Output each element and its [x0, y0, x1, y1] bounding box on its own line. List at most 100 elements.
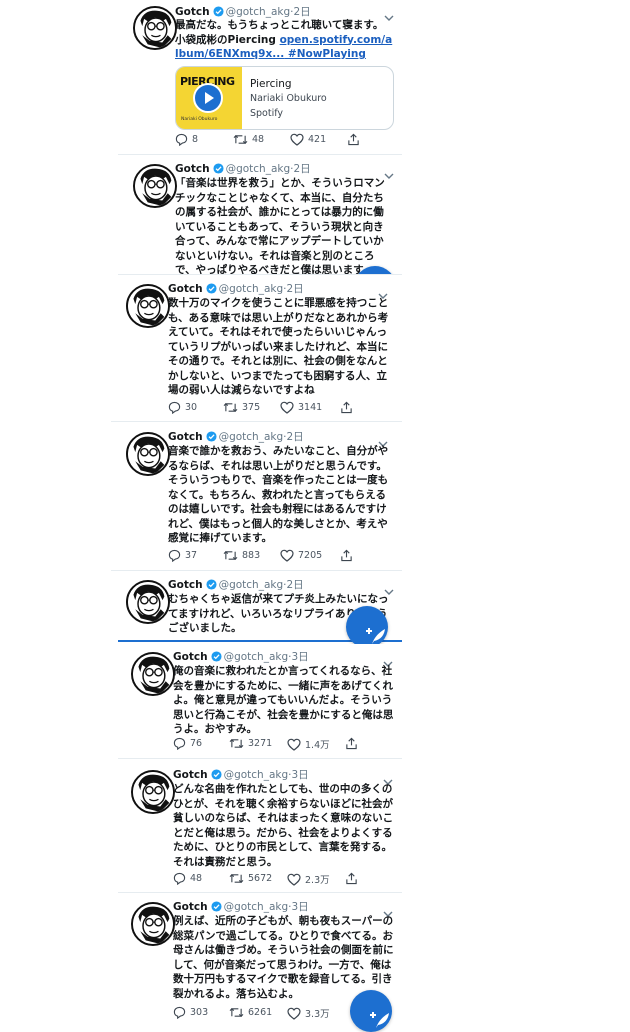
compose-tweet-button[interactable] [350, 990, 392, 1032]
heart-icon [287, 873, 305, 886]
play-icon [205, 92, 214, 104]
avatar[interactable] [126, 284, 170, 328]
retweet-button[interactable]: 3271 [229, 737, 272, 750]
tweet-actions: 8 48 421 [175, 133, 395, 149]
reply-icon [173, 1006, 190, 1019]
timestamp[interactable]: 3日 [291, 901, 308, 913]
display-name[interactable]: Gotch [168, 431, 203, 443]
tweet-text: 音楽で誰かを救おう、みたいなこと、自分がやるならば、それは思い上がりだと思うんで… [168, 445, 389, 544]
chevron-down-icon[interactable] [383, 582, 395, 595]
chevron-down-icon[interactable] [377, 286, 389, 299]
reply-button[interactable]: 48 [173, 872, 202, 885]
reply-count: 303 [190, 1007, 209, 1018]
share-button[interactable] [340, 401, 357, 414]
like-button[interactable]: 421 [290, 133, 326, 146]
reply-button[interactable]: 303 [173, 1006, 208, 1019]
handle[interactable]: @gotch_akg [226, 6, 291, 18]
tweet-text: 最高だな。もうちょっとこれ聴いて寝ます。 小袋成彬のPiercing open.… [175, 18, 393, 62]
share-button[interactable] [345, 872, 362, 885]
like-button[interactable]: 7205 [280, 549, 322, 562]
timestamp[interactable]: 3日 [291, 651, 308, 663]
display-name[interactable]: Gotch [168, 579, 203, 591]
retweet-button[interactable]: 883 [223, 549, 260, 562]
tweet-actions: 30 375 3141 [168, 401, 388, 417]
timestamp[interactable]: 2日 [286, 283, 303, 295]
display-name[interactable]: Gotch [175, 163, 210, 175]
like-count: 1.4万 [305, 740, 330, 751]
retweet-count: 48 [252, 134, 265, 145]
tweet-actions: 48 5672 2.3万 [173, 872, 393, 888]
chevron-down-icon[interactable] [382, 904, 394, 917]
reply-count: 8 [192, 134, 199, 145]
tweet[interactable]: Gotch @gotch_akg·2日 最高だな。もうちょっとこれ聴いて寝ます。 … [118, 0, 402, 155]
compose-tweet-button[interactable] [346, 606, 388, 648]
display-name[interactable]: Gotch [173, 651, 208, 663]
share-button[interactable] [345, 737, 362, 750]
heart-icon [287, 738, 305, 751]
avatar[interactable] [131, 770, 175, 814]
share-button[interactable] [340, 549, 357, 562]
avatar[interactable] [126, 432, 170, 476]
like-button[interactable]: 1.4万 [287, 737, 330, 751]
share-icon [347, 133, 364, 146]
handle[interactable]: @gotch_akg [224, 651, 289, 663]
handle[interactable]: @gotch_akg [219, 283, 284, 295]
timestamp[interactable]: 2日 [293, 163, 310, 175]
chevron-down-icon[interactable] [382, 772, 394, 785]
handle[interactable]: @gotch_akg [226, 163, 291, 175]
handle[interactable]: @gotch_akg [224, 769, 289, 781]
display-name[interactable]: Gotch [168, 283, 203, 295]
like-button[interactable]: 2.3万 [287, 872, 330, 886]
tweet[interactable]: Gotch @gotch_akg·3日 どんな名曲を作れたとしても、世の中の多くの… [118, 762, 402, 893]
album-cover-artist: Nariaki Obukuro [181, 117, 218, 122]
like-button[interactable]: 3141 [280, 401, 322, 414]
timestamp[interactable]: 2日 [286, 431, 303, 443]
tweet[interactable]: Gotch @gotch_akg·2日 音楽で誰かを救おう、みたいなこと、自分がや… [111, 424, 402, 571]
link-card[interactable]: PIERCING Nariaki Obukuro Piercing Nariak… [175, 66, 394, 130]
avatar[interactable] [131, 652, 175, 696]
display-name[interactable]: Gotch [173, 901, 208, 913]
timestamp[interactable]: 2日 [293, 6, 310, 18]
retweet-icon [229, 872, 248, 885]
album-cover: PIERCING Nariaki Obukuro [176, 67, 242, 129]
avatar[interactable] [133, 164, 177, 208]
reply-icon [168, 401, 185, 414]
retweet-count: 883 [242, 550, 261, 561]
timestamp[interactable]: 3日 [291, 769, 308, 781]
like-count: 2.3万 [305, 875, 330, 886]
tweet-text: 数十万のマイクを使うことに罪悪感を持つことも、ある意味では思い上がりだなとあれか… [168, 297, 389, 396]
chevron-down-icon[interactable] [382, 654, 394, 667]
timestamp[interactable]: 2日 [286, 579, 303, 591]
chevron-down-icon[interactable] [383, 8, 395, 21]
avatar[interactable] [133, 6, 177, 50]
tweet-actions: 76 3271 1.4万 [173, 737, 393, 753]
reply-button[interactable]: 8 [175, 133, 198, 146]
display-name[interactable]: Gotch [175, 6, 210, 18]
retweet-button[interactable]: 5672 [229, 872, 272, 885]
retweet-icon [223, 401, 242, 414]
reply-button[interactable]: 30 [168, 401, 197, 414]
chevron-down-icon[interactable] [377, 434, 389, 447]
handle[interactable]: @gotch_akg [219, 579, 284, 591]
avatar[interactable] [126, 580, 170, 624]
tweet[interactable]: Gotch @gotch_akg·2日 数十万のマイクを使うことに罪悪感を持つこと… [111, 276, 402, 422]
retweet-count: 375 [242, 402, 261, 413]
tweet[interactable]: Gotch @gotch_akg·3日 俺の音楽に救われたとか言ってくれるなら、社… [118, 644, 402, 759]
retweet-count: 3271 [248, 738, 273, 749]
reply-button[interactable]: 76 [173, 737, 202, 750]
retweet-icon [229, 1006, 248, 1019]
handle[interactable]: @gotch_akg [224, 901, 289, 913]
reply-button[interactable]: 37 [168, 549, 197, 562]
retweet-button[interactable]: 375 [223, 401, 260, 414]
retweet-button[interactable]: 48 [233, 133, 264, 146]
display-name[interactable]: Gotch [173, 769, 208, 781]
avatar[interactable] [131, 902, 175, 946]
retweet-button[interactable]: 6261 [229, 1006, 272, 1019]
tweet-text: 俺の音楽に救われたとか言ってくれるなら、社会を豊かにするために、一緒に声をあげて… [173, 665, 394, 735]
play-button[interactable] [193, 83, 223, 113]
tweet[interactable]: Gotch @gotch_akg·2日 「音楽は世界を救う」とか、そういうロマンチ… [118, 156, 402, 275]
share-button[interactable] [347, 133, 364, 146]
handle[interactable]: @gotch_akg [219, 431, 284, 443]
chevron-down-icon[interactable] [383, 166, 395, 179]
hashtag-link[interactable]: #NowPlaying [284, 48, 366, 60]
